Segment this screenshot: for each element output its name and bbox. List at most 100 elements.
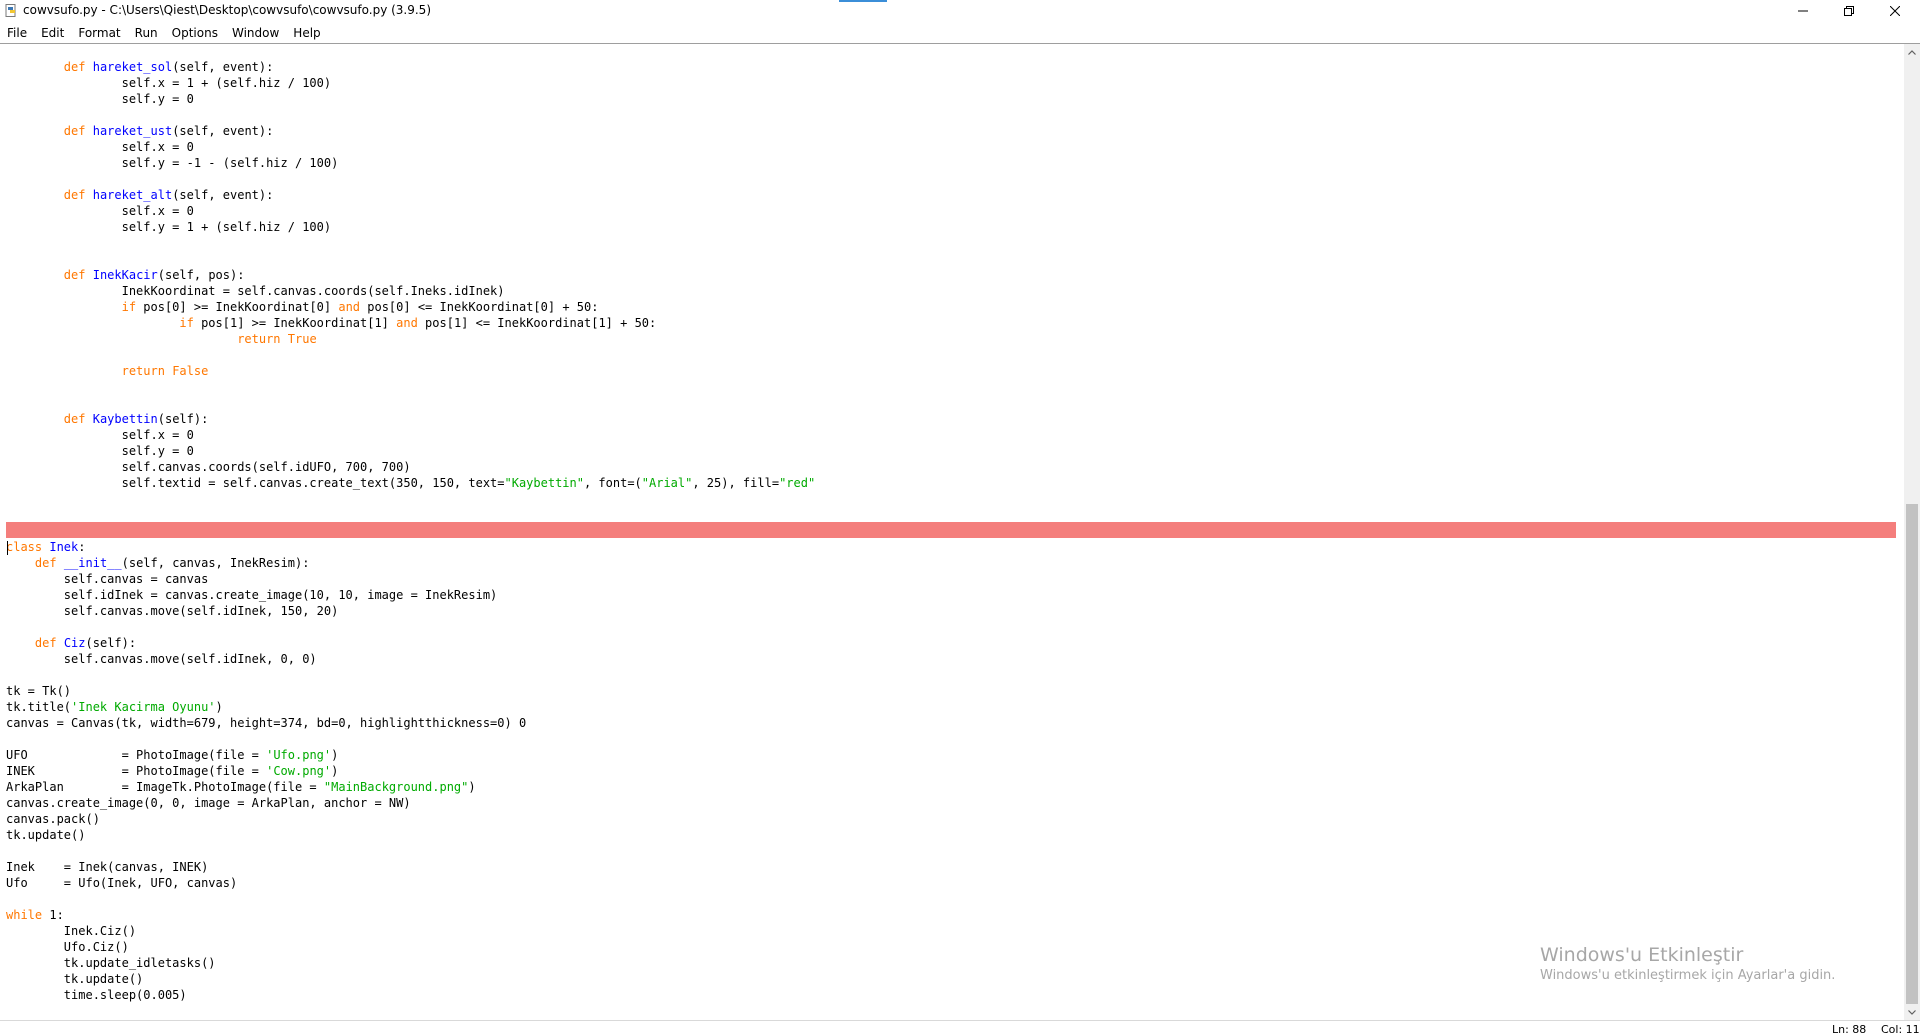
code-line[interactable]: canvas.create_image(0, 0, image = ArkaPl… — [6, 795, 815, 811]
code-line[interactable]: self.canvas.move(self.idInek, 150, 20) — [6, 603, 815, 619]
code-line[interactable]: def hareket_sol(self, event): — [6, 59, 815, 75]
code-line[interactable]: def __init__(self, canvas, InekResim): — [6, 555, 815, 571]
menu-bar: File Edit Format Run Options Window Help — [0, 24, 1920, 44]
code-line[interactable]: class Inek: — [6, 539, 815, 555]
code-line[interactable] — [6, 395, 815, 411]
code-line[interactable]: self.idInek = canvas.create_image(10, 10… — [6, 587, 815, 603]
code-line[interactable] — [6, 619, 815, 635]
code-token: if — [179, 316, 194, 330]
code-token: ) — [215, 700, 223, 714]
chevron-down-icon — [1908, 1009, 1916, 1015]
code-line[interactable] — [6, 491, 815, 507]
menu-options[interactable]: Options — [165, 24, 225, 43]
code-lines[interactable]: def hareket_sol(self, event): self.x = 1… — [6, 59, 815, 1003]
status-bar: Ln: 88 Col: 11 — [0, 1020, 1920, 1034]
code-line[interactable]: time.sleep(0.005) — [6, 987, 815, 1003]
code-line[interactable] — [6, 235, 815, 251]
menu-run[interactable]: Run — [128, 24, 165, 43]
code-line[interactable]: InekKoordinat = self.canvas.coords(self.… — [6, 283, 815, 299]
menu-help[interactable]: Help — [286, 24, 327, 43]
code-line[interactable]: self.x = 0 — [6, 427, 815, 443]
idle-editor-window: cowvsufo.py - C:\Users\Qiest\Desktop\cow… — [0, 0, 1920, 1034]
code-line[interactable]: def InekKacir(self, pos): — [6, 267, 815, 283]
code-line[interactable]: tk.update() — [6, 827, 815, 843]
menu-format[interactable]: Format — [71, 24, 127, 43]
code-line[interactable]: self.y = 0 — [6, 91, 815, 107]
code-line[interactable]: if pos[1] >= InekKoordinat[1] and pos[1]… — [6, 315, 815, 331]
code-line[interactable] — [6, 731, 815, 747]
code-line[interactable]: self.textid = self.canvas.create_text(35… — [6, 475, 816, 491]
code-line[interactable]: self.canvas.move(self.idInek, 0, 0) — [6, 651, 815, 667]
minimize-button[interactable] — [1780, 0, 1826, 22]
code-line[interactable]: def hareket_alt(self, event): — [6, 187, 815, 203]
code-token: hareket_alt — [92, 188, 173, 202]
code-line[interactable] — [6, 379, 815, 395]
code-token: self.x = 0 — [6, 140, 194, 154]
code-line[interactable] — [6, 667, 815, 683]
code-line[interactable]: self.y = 1 + (self.hiz / 100) — [6, 219, 815, 235]
scroll-down-button[interactable] — [1904, 1004, 1920, 1020]
code-token: tk.update_idletasks() — [6, 956, 216, 970]
code-line[interactable]: UFO = PhotoImage(file = 'Ufo.png') — [6, 747, 815, 763]
menu-edit[interactable]: Edit — [34, 24, 71, 43]
code-line[interactable]: return False — [6, 363, 815, 379]
scroll-thumb[interactable] — [1906, 504, 1918, 1004]
code-token: self.y = 0 — [6, 444, 194, 458]
code-editor[interactable]: def hareket_sol(self, event): self.x = 1… — [0, 44, 1904, 1020]
code-line[interactable]: if pos[0] >= InekKoordinat[0] and pos[0]… — [6, 299, 815, 315]
menu-file[interactable]: File — [0, 24, 34, 43]
menu-window[interactable]: Window — [225, 24, 286, 43]
close-button[interactable] — [1872, 0, 1918, 22]
code-token: (self, event): — [172, 188, 274, 202]
code-line[interactable]: Ufo.Ciz() — [6, 939, 815, 955]
code-line[interactable]: tk = Tk() — [6, 683, 815, 699]
code-token: self.y = 1 + (self.hiz / 100) — [6, 220, 332, 234]
code-line[interactable]: INEK = PhotoImage(file = 'Cow.png') — [6, 763, 815, 779]
code-line[interactable] — [6, 843, 815, 859]
code-token: def — [63, 268, 86, 282]
code-line[interactable]: canvas.pack() — [6, 811, 815, 827]
code-line[interactable]: self.canvas = canvas — [6, 571, 815, 587]
code-line[interactable] — [6, 171, 815, 187]
code-line[interactable]: return True — [6, 331, 815, 347]
code-line[interactable]: def Kaybettin(self): — [6, 411, 815, 427]
code-line[interactable]: self.x = 0 — [6, 139, 815, 155]
code-line[interactable]: self.x = 0 — [6, 203, 815, 219]
code-token: tk.update() — [6, 972, 144, 986]
code-line[interactable]: tk.update_idletasks() — [6, 955, 815, 971]
code-line[interactable]: def Ciz(self): — [6, 635, 815, 651]
code-line[interactable]: tk.update() — [6, 971, 815, 987]
code-line[interactable] — [6, 107, 815, 123]
code-line[interactable] — [6, 347, 815, 363]
code-line[interactable] — [6, 891, 815, 907]
code-line[interactable]: self.y = -1 - (self.hiz / 100) — [6, 155, 815, 171]
code-token: self.canvas.coords(self.idUFO, 700, 700) — [6, 460, 411, 474]
code-line[interactable]: self.x = 1 + (self.hiz / 100) — [6, 75, 815, 91]
code-token: InekKacir — [92, 268, 158, 282]
status-line-number: Ln: 88 — [1832, 1023, 1867, 1034]
code-line[interactable]: tk.title('Inek Kacirma Oyunu') — [6, 699, 815, 715]
vertical-scrollbar[interactable] — [1904, 44, 1920, 1020]
code-line[interactable]: def hareket_ust(self, event): — [6, 123, 815, 139]
code-line[interactable]: self.canvas.coords(self.idUFO, 700, 700) — [6, 459, 815, 475]
code-token: Inek.Ciz() — [6, 924, 137, 938]
code-line[interactable]: self.y = 0 — [6, 443, 815, 459]
code-line[interactable]: ArkaPlan = ImageTk.PhotoImage(file = "Ma… — [6, 779, 815, 795]
scroll-up-button[interactable] — [1904, 44, 1920, 60]
code-line[interactable] — [6, 523, 815, 539]
code-token: 'Cow.png' — [266, 764, 332, 778]
code-line[interactable]: while 1: — [6, 907, 815, 923]
code-line[interactable]: Ufo = Ufo(Inek, UFO, canvas) — [6, 875, 815, 891]
code-line[interactable] — [6, 251, 815, 267]
code-line[interactable]: Inek = Inek(canvas, INEK) — [6, 859, 815, 875]
code-line[interactable]: canvas = Canvas(tk, width=679, height=37… — [6, 715, 815, 731]
code-token: Ufo.Ciz() — [6, 940, 129, 954]
restore-button[interactable] — [1826, 0, 1872, 22]
code-line[interactable] — [6, 507, 815, 523]
code-line[interactable]: Inek.Ciz() — [6, 923, 815, 939]
title-bar[interactable]: cowvsufo.py - C:\Users\Qiest\Desktop\cow… — [0, 0, 1920, 24]
